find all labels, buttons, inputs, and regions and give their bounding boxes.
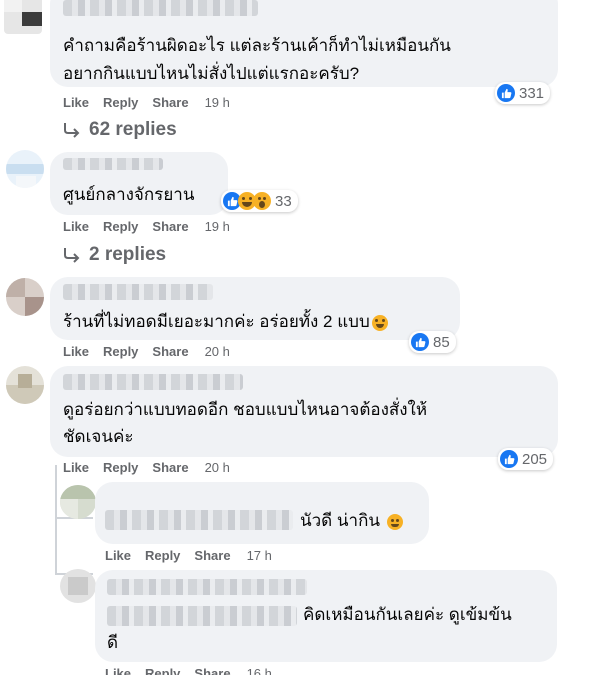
replies-count: 62 replies: [89, 119, 177, 140]
comment-bubble: ดูอร่อยกว่าแบบทอดอีก ชอบแบบไหนอาจต้องสั่…: [50, 366, 558, 457]
share-button[interactable]: Share: [194, 666, 230, 675]
comment-text: อยากกินแบบไหนไม่สั่งไปแต่แรกอะครับ?: [63, 64, 360, 83]
comment-bubble: ร้านที่ไม่ทอดมีเยอะมากค่ะ อร่อยทั้ง 2 แบ…: [50, 277, 460, 340]
reaction-count: 205: [522, 450, 548, 468]
reply-arrow-icon: [64, 248, 80, 263]
view-replies-button[interactable]: 2 replies: [62, 244, 166, 266]
avatar[interactable]: [4, 0, 42, 34]
like-icon: [497, 84, 515, 102]
comment-bubble: ศูนย์กลางจักรยาน: [50, 152, 228, 215]
reply-actions: Like Reply Share 17 h: [105, 548, 286, 563]
timestamp[interactable]: 16 h: [247, 666, 272, 675]
author-name[interactable]: [107, 579, 307, 595]
reply-button[interactable]: Reply: [145, 548, 180, 563]
like-button[interactable]: Like: [105, 666, 131, 675]
reply-text: คิดเหมือนกันเลยค่ะ ดูเข้มข้น: [303, 605, 512, 624]
share-button[interactable]: Share: [152, 219, 188, 234]
reply-arrow-icon: [64, 123, 80, 138]
reply-text: ดี: [107, 633, 119, 652]
reply-button[interactable]: Reply: [103, 460, 138, 475]
reaction-summary[interactable]: 33: [221, 190, 298, 212]
author-name-blur: [107, 606, 297, 626]
author-name[interactable]: [63, 284, 213, 300]
like-icon: [500, 450, 518, 468]
reaction-summary[interactable]: 85: [409, 331, 456, 353]
smile-icon: [386, 513, 403, 530]
thread-line: [55, 465, 57, 575]
reply-button[interactable]: Reply: [103, 219, 138, 234]
like-button[interactable]: Like: [63, 344, 89, 359]
share-button[interactable]: Share: [152, 344, 188, 359]
reply-bubble: นัวดี น่ากิน: [95, 482, 429, 544]
reply-button[interactable]: Reply: [103, 344, 138, 359]
avatar[interactable]: [6, 366, 44, 404]
wow-icon: [253, 192, 271, 210]
reaction-count: 85: [433, 333, 450, 351]
timestamp[interactable]: 19 h: [205, 95, 230, 110]
reaction-count: 33: [275, 192, 292, 210]
like-button[interactable]: Like: [63, 219, 89, 234]
avatar[interactable]: [60, 569, 96, 603]
reply-button[interactable]: Reply: [103, 95, 138, 110]
comment-actions: Like Reply Share 19 h: [63, 95, 244, 110]
author-name[interactable]: [63, 374, 243, 390]
author-name[interactable]: [63, 0, 258, 16]
timestamp[interactable]: 19 h: [205, 219, 230, 234]
comment-actions: Like Reply Share 20 h: [63, 460, 244, 475]
reaction-summary[interactable]: 331: [495, 82, 551, 104]
comment-actions: Like Reply Share 19 h: [63, 219, 244, 234]
reply-actions: Like Reply Share 16 h: [105, 666, 286, 675]
reply-button[interactable]: Reply: [145, 666, 180, 675]
avatar[interactable]: [6, 278, 44, 316]
reaction-summary[interactable]: 205: [498, 448, 554, 470]
replies-count: 2 replies: [89, 244, 167, 265]
comment-actions: Like Reply Share 20 h: [63, 344, 244, 359]
share-button[interactable]: Share: [152, 95, 188, 110]
timestamp[interactable]: 17 h: [247, 548, 272, 563]
reply-text: นัวดี น่ากิน: [300, 508, 403, 534]
comment-text: ศูนย์กลางจักรยาน: [63, 185, 195, 204]
like-button[interactable]: Like: [105, 548, 131, 563]
avatar[interactable]: [6, 150, 44, 188]
view-replies-button[interactable]: 62 replies: [62, 119, 177, 141]
comment-text: ชัดเจนค่ะ: [63, 427, 134, 446]
comment-text: คำถามคือร้านผิดอะไร แต่ละร้านเค้าก็ทำไม่…: [63, 36, 451, 55]
like-button[interactable]: Like: [63, 95, 89, 110]
author-name[interactable]: [63, 158, 163, 170]
like-button[interactable]: Like: [63, 460, 89, 475]
comment-text: ดูอร่อยกว่าแบบทอดอีก ชอบแบบไหนอาจต้องสั่…: [63, 400, 428, 419]
reply-bubble: คิดเหมือนกันเลยค่ะ ดูเข้มข้น ดี: [95, 570, 557, 662]
share-button[interactable]: Share: [194, 548, 230, 563]
comment-bubble: คำถามคือร้านผิดอะไร แต่ละร้านเค้าก็ทำไม่…: [50, 0, 558, 87]
author-name[interactable]: [105, 510, 293, 530]
haha-icon: [371, 314, 388, 331]
comment-text: ร้านที่ไม่ทอดมีเยอะมากค่ะ อร่อยทั้ง 2 แบ…: [63, 309, 388, 335]
timestamp[interactable]: 20 h: [205, 344, 230, 359]
avatar[interactable]: [60, 485, 96, 519]
timestamp[interactable]: 20 h: [205, 460, 230, 475]
like-icon: [411, 333, 429, 351]
reaction-count: 331: [519, 84, 545, 102]
share-button[interactable]: Share: [152, 460, 188, 475]
